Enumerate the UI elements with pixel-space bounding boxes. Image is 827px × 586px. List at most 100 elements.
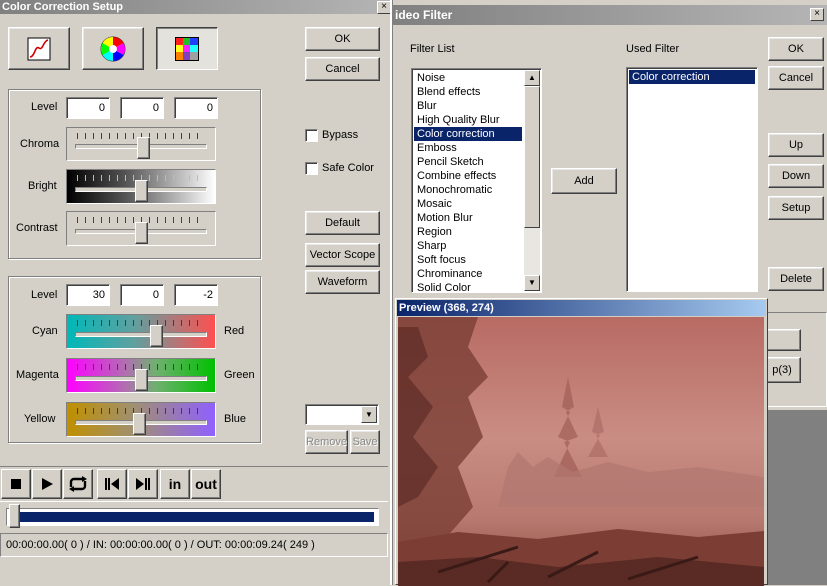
- close-icon[interactable]: ×: [377, 1, 391, 14]
- add-button[interactable]: Add: [551, 168, 617, 194]
- delete-button[interactable]: Delete: [768, 267, 824, 291]
- play-button[interactable]: [32, 469, 62, 499]
- level-label: Level: [31, 101, 58, 113]
- scroll-down-icon[interactable]: ▼: [524, 275, 540, 291]
- step-back-button[interactable]: [97, 469, 127, 499]
- filter-list-scrollbar[interactable]: ▲ ▼: [524, 70, 540, 291]
- balance-level-input-2[interactable]: 0: [120, 284, 164, 306]
- remove-button[interactable]: Remove: [305, 430, 348, 454]
- waveform-button[interactable]: Waveform: [305, 270, 380, 294]
- contrast-slider-thumb[interactable]: [135, 222, 148, 244]
- color-wheel-tool-button[interactable]: [82, 27, 144, 70]
- save-button[interactable]: Save: [350, 430, 380, 454]
- blue-label: Blue: [224, 413, 247, 425]
- ok-button[interactable]: OK: [768, 37, 824, 61]
- yellow-blue-slider[interactable]: [66, 402, 216, 437]
- filter-list-item[interactable]: Monochromatic: [414, 183, 522, 197]
- preset-combobox[interactable]: ▼: [305, 404, 379, 425]
- setup-button[interactable]: Setup: [768, 196, 824, 220]
- safe-color-checkbox[interactable]: [305, 162, 318, 175]
- color-correction-window: Color Correction Setup × OK Cancel Level…: [0, 0, 394, 585]
- magenta-green-slider[interactable]: [66, 358, 216, 393]
- filter-list-item[interactable]: Noise: [414, 71, 522, 85]
- cyan-red-slider-thumb[interactable]: [150, 325, 163, 347]
- partial-button[interactable]: p(3): [763, 357, 801, 383]
- chroma-slider[interactable]: [66, 127, 216, 161]
- filter-list-label: Filter List: [410, 43, 455, 55]
- filter-list-item[interactable]: Combine effects: [414, 169, 522, 183]
- video-filter-titlebar[interactable]: ideo Filter: [393, 5, 827, 25]
- scroll-thumb[interactable]: [524, 86, 540, 228]
- used-filter-list[interactable]: Color correction: [626, 67, 758, 292]
- used-filter-label: Used Filter: [626, 43, 680, 55]
- stop-icon: [11, 479, 21, 489]
- slider-ticks: [77, 320, 205, 326]
- level-input-3[interactable]: 0: [174, 97, 218, 119]
- seek-bar-fill: [19, 512, 374, 522]
- color-grid-icon: [175, 36, 199, 61]
- level-input-2[interactable]: 0: [120, 97, 164, 119]
- yellow-label: Yellow: [24, 413, 56, 425]
- step-forward-button[interactable]: [128, 469, 158, 499]
- filter-list-item[interactable]: Blend effects: [414, 85, 522, 99]
- filter-list-item[interactable]: Region: [414, 225, 522, 239]
- down-button[interactable]: Down: [768, 164, 824, 188]
- bright-slider-thumb[interactable]: [135, 180, 148, 202]
- filter-list-item[interactable]: Blur: [414, 99, 522, 113]
- filter-list-item[interactable]: Mosaic: [414, 197, 522, 211]
- filter-list-item[interactable]: Soft focus: [414, 253, 522, 267]
- vector-scope-button[interactable]: Vector Scope: [305, 243, 380, 267]
- stop-button[interactable]: [1, 469, 31, 499]
- seek-thumb[interactable]: [9, 504, 20, 528]
- foggy-forest-image: [398, 317, 764, 586]
- filter-list-item[interactable]: Chrominance: [414, 267, 522, 281]
- magenta-green-slider-thumb[interactable]: [135, 369, 148, 391]
- contrast-slider[interactable]: [66, 211, 216, 246]
- slider-track: [75, 331, 207, 337]
- mark-out-button[interactable]: out: [191, 469, 221, 499]
- balance-level-input-1[interactable]: 30: [66, 284, 110, 306]
- used-filter-items: Color correction: [629, 70, 755, 84]
- status-bar: 00:00:00.00( 0 ) / IN: 00:00:00.00( 0 ) …: [0, 533, 388, 557]
- filter-list-item[interactable]: High Quality Blur: [414, 113, 522, 127]
- chevron-down-icon[interactable]: ▼: [361, 406, 377, 423]
- preview-titlebar[interactable]: Preview (368, 274): [397, 300, 766, 316]
- up-button[interactable]: Up: [768, 133, 824, 157]
- filter-list-item[interactable]: Solid Color: [414, 281, 522, 292]
- bypass-label: Bypass: [322, 129, 359, 141]
- ok-button[interactable]: OK: [305, 27, 380, 51]
- bypass-checkbox[interactable]: [305, 129, 318, 142]
- play-icon: [42, 478, 53, 490]
- chroma-label: Chroma: [20, 138, 60, 150]
- hidden-button[interactable]: [763, 329, 801, 351]
- filter-list-item[interactable]: Sharp: [414, 239, 522, 253]
- default-button[interactable]: Default: [305, 211, 380, 235]
- filter-list[interactable]: Noise Blend effects Blur High Quality Blur C…: [411, 68, 542, 293]
- curve-tool-button[interactable]: [8, 27, 70, 70]
- bright-slider[interactable]: [66, 169, 216, 204]
- red-label: Red: [224, 325, 245, 337]
- close-icon[interactable]: ×: [810, 8, 824, 21]
- color-correction-titlebar[interactable]: Color Correction Setup: [0, 0, 394, 14]
- filter-list-item[interactable]: Motion Blur: [414, 211, 522, 225]
- cancel-button[interactable]: Cancel: [768, 66, 824, 90]
- filter-list-item[interactable]: Color correction: [414, 127, 522, 141]
- balance-level-input-3[interactable]: -2: [174, 284, 218, 306]
- mark-in-button[interactable]: in: [160, 469, 190, 499]
- chroma-slider-thumb[interactable]: [137, 137, 150, 159]
- cancel-button[interactable]: Cancel: [305, 57, 380, 81]
- filter-list-item[interactable]: Pencil Sketch: [414, 155, 522, 169]
- filter-list-item[interactable]: Emboss: [414, 141, 522, 155]
- preview-title: Preview (368, 274): [399, 302, 494, 314]
- used-filter-item[interactable]: Color correction: [629, 70, 755, 84]
- loop-button[interactable]: [63, 469, 93, 499]
- level-input-1[interactable]: 0: [66, 97, 110, 119]
- preview-image: [398, 317, 764, 586]
- cyan-red-slider[interactable]: [66, 314, 216, 349]
- yellow-blue-slider-thumb[interactable]: [133, 413, 146, 435]
- safe-color-label: Safe Color: [322, 162, 374, 174]
- color-grid-tool-button[interactable]: [156, 27, 218, 70]
- cyan-label: Cyan: [32, 325, 58, 337]
- scroll-up-icon[interactable]: ▲: [524, 70, 540, 86]
- seek-bar[interactable]: [6, 508, 379, 526]
